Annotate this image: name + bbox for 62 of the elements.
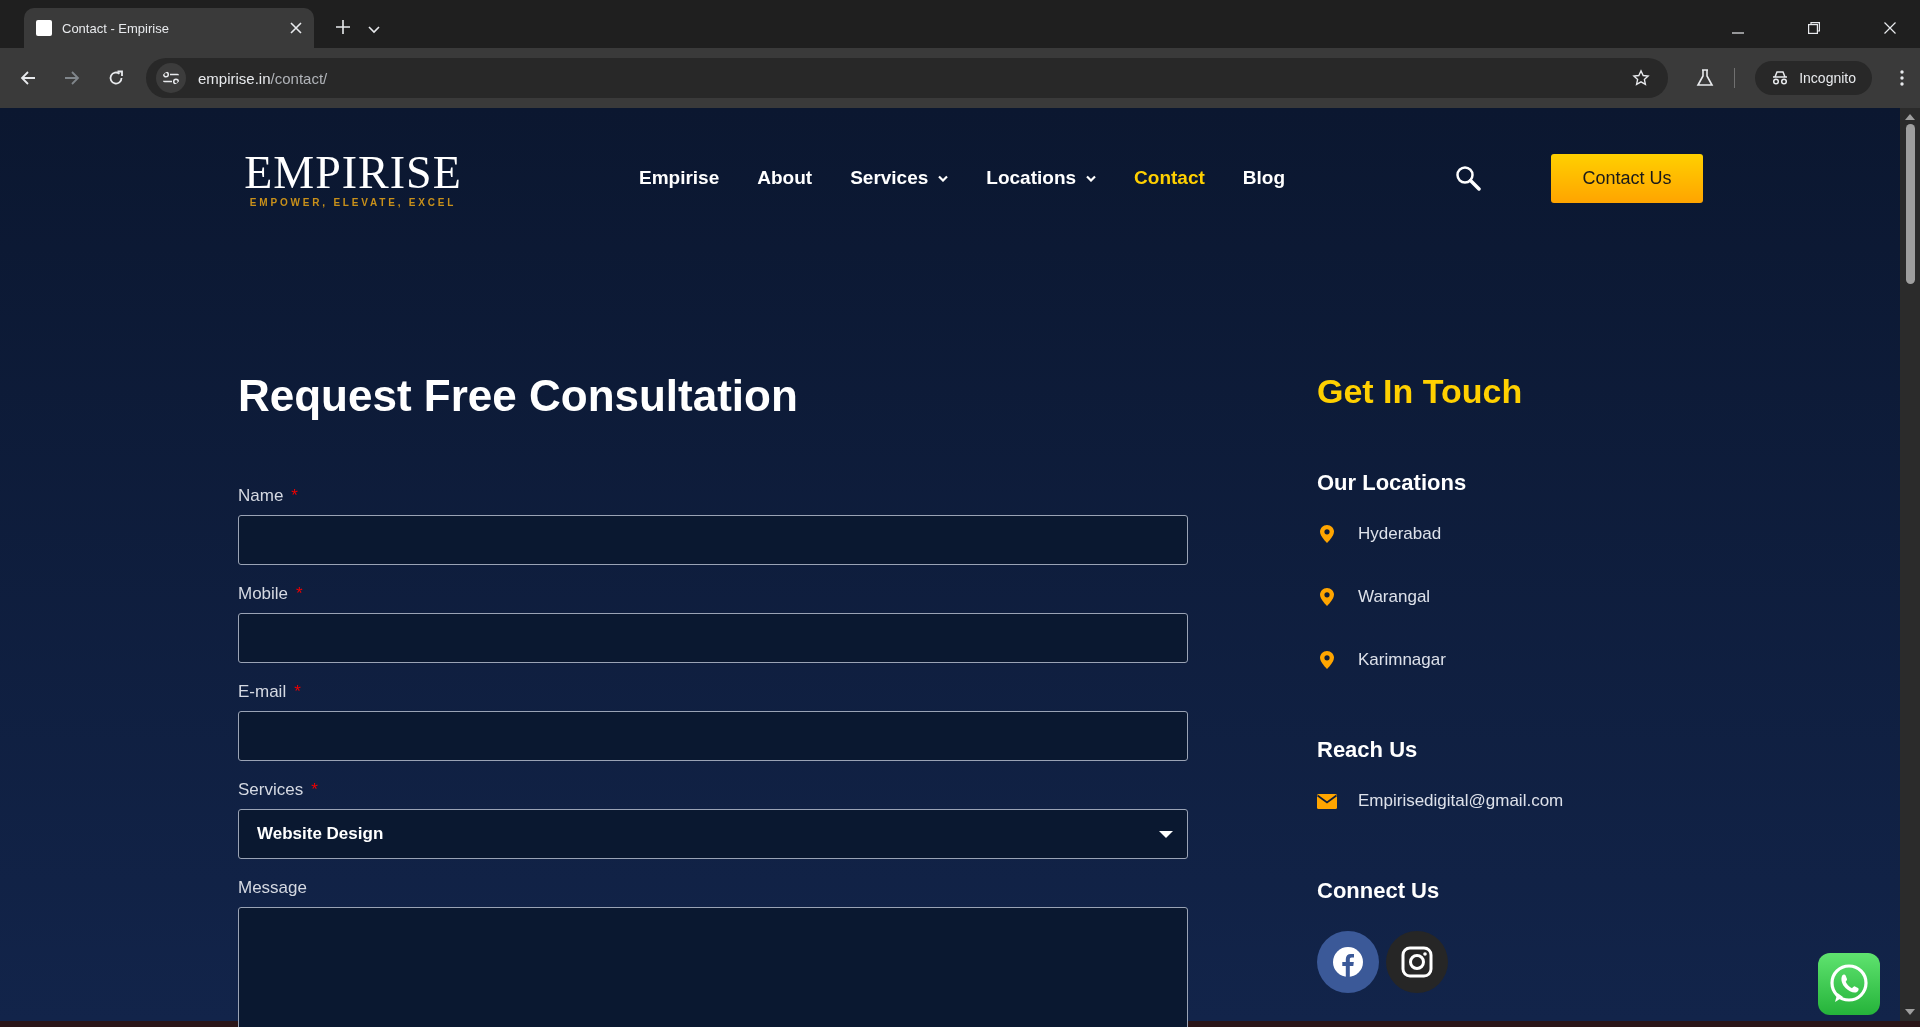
tab-list-chevron-icon[interactable] (368, 26, 380, 34)
incognito-profile-button[interactable]: Incognito (1755, 61, 1872, 95)
tab-title: Contact - Empirise (62, 20, 170, 36)
menu-icon[interactable] (1900, 70, 1904, 86)
field-label: E-mail (238, 682, 287, 702)
close-icon[interactable] (290, 22, 302, 34)
whatsapp-chat-button[interactable] (1818, 953, 1880, 1015)
nav-link[interactable]: About (757, 167, 813, 189)
incognito-icon (1771, 71, 1790, 85)
location-pin-icon (1317, 588, 1337, 606)
nav-link[interactable]: Empirise (639, 167, 720, 189)
back-arrow-icon[interactable] (20, 70, 36, 86)
site-logo[interactable]: EMPIRISE EMPOWER, ELEVATE, EXCEL (233, 148, 473, 208)
scroll-up-arrow-icon[interactable] (1905, 114, 1915, 120)
restore-icon[interactable] (1808, 22, 1820, 34)
facebook-icon (1332, 946, 1364, 978)
contact-heading: Get In Touch (1317, 374, 1524, 408)
flask-icon[interactable] (1696, 69, 1715, 87)
location-pin-icon (1317, 525, 1337, 543)
location-name: Hyderabad (1358, 524, 1442, 544)
scrollbar[interactable] (1900, 108, 1920, 1021)
location-pin-icon (1317, 651, 1337, 669)
envelope-icon (1317, 793, 1337, 809)
text-input-field[interactable] (238, 711, 1188, 761)
text-input-field[interactable] (238, 613, 1188, 663)
field-label: Services (238, 780, 304, 800)
browser-tab[interactable]: Contact - Empirise (24, 8, 314, 48)
required-asterisk: * (311, 780, 318, 800)
url-text: empirise.in/contact/ (198, 69, 328, 87)
section-heading: Connect Us (1317, 880, 1441, 902)
field-label: Name (238, 486, 284, 506)
section-heading: Reach Us (1317, 739, 1419, 761)
site-settings-icon[interactable] (156, 63, 186, 93)
contact-us-button[interactable]: Contact Us (1551, 153, 1703, 203)
location-name: Warangal (1358, 587, 1431, 607)
field-label: Mobile (238, 584, 289, 604)
search-icon[interactable] (1455, 165, 1481, 191)
nav-link[interactable]: Blog (1242, 167, 1285, 189)
forward-arrow-icon[interactable] (64, 70, 80, 86)
close-icon[interactable] (1884, 22, 1896, 34)
bookmark-star-icon[interactable] (1632, 69, 1651, 87)
nav-link[interactable]: Contact (1134, 167, 1205, 189)
email-address: Empirisedigital@gmail.com (1358, 791, 1564, 811)
required-asterisk: * (291, 486, 298, 506)
section-heading: Our Locations (1317, 472, 1468, 494)
services-dropdown[interactable]: Website Design (238, 809, 1188, 859)
location-name: Karimnagar (1358, 650, 1446, 670)
nav-link[interactable]: Services (850, 167, 949, 189)
address-bar[interactable]: empirise.in/contact/ (146, 58, 1669, 98)
reload-icon[interactable] (108, 70, 124, 86)
instagram-icon (1401, 946, 1433, 978)
dropdown-caret-icon (1159, 830, 1173, 838)
text-input-field[interactable] (238, 515, 1188, 565)
field-label: Message (238, 878, 307, 898)
scroll-down-arrow-icon[interactable] (1905, 1009, 1915, 1015)
nav-link[interactable]: Locations (986, 167, 1097, 189)
scrollbar-thumb[interactable] (1905, 124, 1915, 284)
required-asterisk: * (296, 584, 303, 604)
new-tab-plus-icon[interactable] (336, 20, 350, 34)
required-asterisk: * (294, 682, 301, 702)
site-favicon-icon (36, 20, 52, 36)
form-heading: Request Free Consultation (238, 374, 799, 418)
